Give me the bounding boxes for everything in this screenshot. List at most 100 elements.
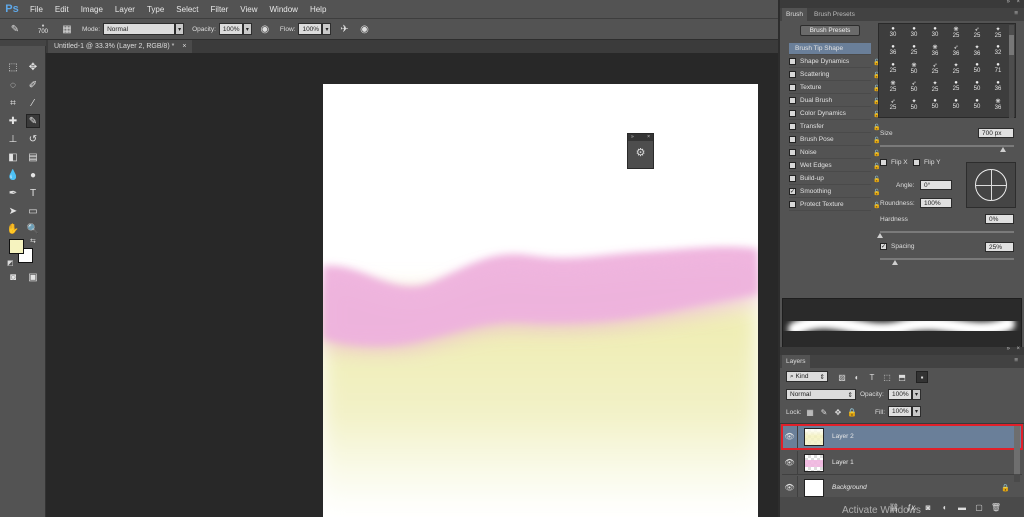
tip-grid-scrollbar[interactable] <box>1009 25 1014 118</box>
gradient-tool-icon[interactable]: ▤ <box>26 150 40 164</box>
brush-tip-cell[interactable]: ➶ 36 <box>946 44 966 57</box>
brush-option-transfer[interactable]: Transfer 🔓 <box>789 121 880 133</box>
option-checkbox[interactable] <box>789 175 796 182</box>
delete-layer-icon[interactable]: 🗑 <box>990 501 1002 513</box>
filter-pixel-icon[interactable]: ▨ <box>836 371 848 383</box>
brush-option-build-up[interactable]: Build-up 🔓 <box>789 173 880 185</box>
adjustment-layer-icon[interactable]: ◐ <box>939 501 951 513</box>
hand-tool-icon[interactable]: ✋ <box>6 222 20 236</box>
tip-grid-scroll-thumb[interactable] <box>1009 35 1014 55</box>
flow-dropdown-icon[interactable]: ▾ <box>322 23 332 35</box>
brush-panel-toggle-icon[interactable]: ▦ <box>60 22 74 36</box>
size-slider[interactable] <box>880 145 1014 147</box>
tab-brush-presets[interactable]: Brush Presets <box>810 8 859 21</box>
airbrush-icon[interactable]: ✈ <box>337 22 351 36</box>
crop-tool-icon[interactable]: ⌗ <box>6 96 20 110</box>
brush-settings-icon[interactable]: ⚙ <box>628 146 653 159</box>
spacing-field[interactable]: 25% <box>985 242 1014 252</box>
filter-adjustment-icon[interactable]: ◐ <box>851 371 863 383</box>
brush-presets-button[interactable]: Brush Presets <box>800 25 860 36</box>
lock-position-icon[interactable]: ✥ <box>832 406 844 418</box>
tab-layers[interactable]: Layers <box>782 355 810 368</box>
option-lock-icon[interactable]: 🔓 <box>873 137 880 144</box>
brush-option-smoothing[interactable]: ✓ Smoothing 🔓 <box>789 186 880 198</box>
brush-tool-preset-icon[interactable]: ✎ <box>8 22 22 36</box>
opacity-dropdown-icon[interactable]: ▾ <box>242 23 252 35</box>
filter-shape-icon[interactable]: ⬚ <box>881 371 893 383</box>
option-checkbox[interactable] <box>789 201 796 208</box>
mini-panel-close-icon[interactable]: × <box>647 134 650 141</box>
blend-mode-select[interactable]: Normal ⇕ <box>786 389 856 400</box>
brush-tip-cell[interactable]: ➶ 25 <box>883 98 903 111</box>
option-lock-icon[interactable]: 🔓 <box>873 163 880 170</box>
new-group-icon[interactable]: ▬ <box>956 501 968 513</box>
document-canvas[interactable] <box>323 84 758 517</box>
brush-option-color-dynamics[interactable]: Color Dynamics 🔓 <box>789 108 880 120</box>
brush-tip-cell[interactable]: ❋ 25 <box>946 26 966 39</box>
brush-tip-cell[interactable]: ✦ 25 <box>988 26 1008 39</box>
history-brush-tool-icon[interactable]: ↺ <box>26 132 40 146</box>
menu-window[interactable]: Window <box>264 5 304 14</box>
default-colors-icon[interactable]: ◩ <box>7 259 14 267</box>
fill-dropdown-icon[interactable]: ▾ <box>912 406 921 417</box>
brush-tip-cell[interactable]: ● 25 <box>946 80 966 92</box>
mini-panel-collapse-icon[interactable]: » <box>631 134 634 141</box>
move-tool-icon[interactable]: ✥ <box>26 60 40 74</box>
lock-image-icon[interactable]: ✎ <box>818 406 830 418</box>
brush-tip-cell[interactable]: ● 50 <box>946 98 966 110</box>
brush-tip-cell[interactable]: ❋ 36 <box>925 44 945 57</box>
marquee-tool-icon[interactable]: ⬚ <box>6 60 20 74</box>
quick-mask-icon[interactable]: ◙ <box>6 270 20 284</box>
visibility-eye-icon[interactable]: 👁 <box>782 450 798 475</box>
option-lock-icon[interactable]: 🔓 <box>873 202 880 209</box>
type-tool-icon[interactable]: T <box>26 186 40 200</box>
opacity-field[interactable]: 100% <box>218 23 243 35</box>
option-checkbox[interactable] <box>789 97 796 104</box>
brush-tip-cell[interactable]: ❋ 25 <box>883 80 903 93</box>
size-field[interactable]: 700 px <box>978 128 1014 138</box>
hardness-slider[interactable] <box>880 231 1014 233</box>
flip-y-checkbox[interactable] <box>913 159 920 166</box>
brush-tip-cell[interactable]: ➶ 25 <box>925 62 945 75</box>
brush-option-brush-tip-shape[interactable]: Brush Tip Shape <box>789 43 871 55</box>
option-lock-icon[interactable]: 🔓 <box>873 189 880 196</box>
brush-tip-cell[interactable]: ● 25 <box>883 62 903 74</box>
brush-tip-cell[interactable]: ✦ 25 <box>925 80 945 93</box>
brush-tip-cell[interactable]: ● 50 <box>967 98 987 110</box>
pen-tool-icon[interactable]: ✒ <box>6 186 20 200</box>
brush-tip-cell[interactable]: ● 50 <box>967 62 987 74</box>
panel-collapse-icon[interactable]: » <box>1007 0 1010 5</box>
filter-toggle-icon[interactable]: ▪ <box>916 371 928 383</box>
brush-tool-icon[interactable]: ✎ <box>26 114 40 128</box>
layer-kind-filter[interactable]: ⌕ Kind ⇕ <box>786 371 828 382</box>
brush-option-scattering[interactable]: Scattering 🔓 <box>789 69 880 81</box>
clone-stamp-tool-icon[interactable]: ⊥ <box>6 132 20 146</box>
brush-tip-cell[interactable]: ● 50 <box>925 98 945 110</box>
size-slider-knob[interactable] <box>1000 147 1006 152</box>
layers-scroll-thumb[interactable] <box>1014 426 1020 474</box>
brush-tip-cell[interactable]: ❋ 36 <box>988 98 1008 111</box>
layers-close-icon[interactable]: × <box>1016 346 1020 352</box>
filter-smart-object-icon[interactable]: ⬒ <box>896 371 908 383</box>
lock-all-icon[interactable]: 🔒 <box>846 406 858 418</box>
hardness-slider-knob[interactable] <box>877 233 883 238</box>
menu-type[interactable]: Type <box>141 5 170 14</box>
tab-brush[interactable]: Brush <box>782 8 807 21</box>
visibility-eye-icon[interactable]: 👁 <box>782 475 798 500</box>
fill-field[interactable]: 100% <box>888 406 912 417</box>
lock-transparent-icon[interactable]: ▦ <box>804 406 816 418</box>
angle-field[interactable]: 0° <box>920 180 952 190</box>
brush-tip-cell[interactable]: ● 71 <box>988 62 1008 74</box>
menu-select[interactable]: Select <box>170 5 204 14</box>
brush-option-wet-edges[interactable]: Wet Edges 🔓 <box>789 160 880 172</box>
spacing-slider[interactable] <box>880 258 1014 260</box>
document-tab[interactable]: Untitled-1 @ 33.3% (Layer 2, RGB/8) * × <box>48 40 193 53</box>
layer-row-layer-1[interactable]: 👁 Layer 1 <box>782 450 1022 475</box>
brush-option-texture[interactable]: Texture 🔓 <box>789 82 880 94</box>
menu-edit[interactable]: Edit <box>49 5 75 14</box>
menu-image[interactable]: Image <box>75 5 109 14</box>
flow-field[interactable]: 100% <box>298 23 323 35</box>
option-checkbox[interactable] <box>789 123 796 130</box>
brush-option-dual-brush[interactable]: Dual Brush 🔓 <box>789 95 880 107</box>
option-checkbox[interactable]: ✓ <box>789 188 796 195</box>
